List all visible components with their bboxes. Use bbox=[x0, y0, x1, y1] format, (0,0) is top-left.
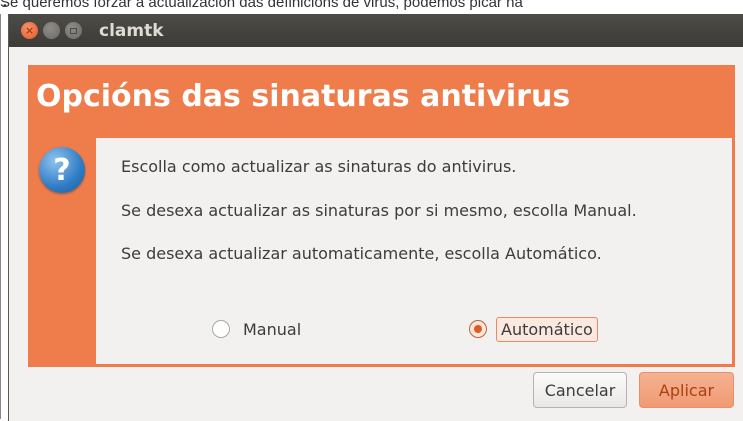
page-rule bbox=[0, 14, 1, 419]
cancel-button[interactable]: Cancelar bbox=[533, 372, 627, 408]
close-icon[interactable]: × bbox=[21, 22, 38, 39]
message-line-2: Se desexa actualizar as sinaturas por si… bbox=[121, 201, 637, 220]
radio-option-automatic[interactable]: Automático bbox=[469, 316, 598, 342]
radio-button-automatic[interactable] bbox=[469, 320, 487, 338]
page-caption: Se queremos forzar a actualización das d… bbox=[0, 0, 523, 11]
radio-button-manual[interactable] bbox=[212, 320, 230, 338]
radio-label-automatic[interactable]: Automático bbox=[496, 316, 598, 342]
question-icon: ? bbox=[39, 147, 85, 193]
window-title: clamtk bbox=[99, 20, 164, 41]
message-line-1: Escolla como actualizar as sinaturas do … bbox=[121, 157, 517, 176]
dialog-window: × clamtk Opcións das sinaturas antivirus… bbox=[8, 14, 743, 421]
bullet-icon: • bbox=[2, 1, 8, 12]
minimize-icon[interactable] bbox=[43, 22, 60, 39]
radio-option-manual[interactable]: Manual bbox=[212, 316, 305, 342]
message-line-3: Se desexa actualizar automaticamente, es… bbox=[121, 244, 602, 263]
title-bar: × clamtk bbox=[9, 14, 743, 47]
radio-label-manual[interactable]: Manual bbox=[239, 318, 305, 341]
dialog-heading: Opcións das sinaturas antivirus bbox=[36, 79, 571, 114]
maximize-icon[interactable] bbox=[65, 22, 82, 39]
apply-button[interactable]: Aplicar bbox=[639, 372, 734, 408]
options-panel: Opcións das sinaturas antivirus ? Escoll… bbox=[28, 65, 735, 367]
dialog-content: Escolla como actualizar as sinaturas do … bbox=[96, 138, 732, 364]
screenshot: Se queremos forzar a actualización das d… bbox=[0, 0, 743, 421]
